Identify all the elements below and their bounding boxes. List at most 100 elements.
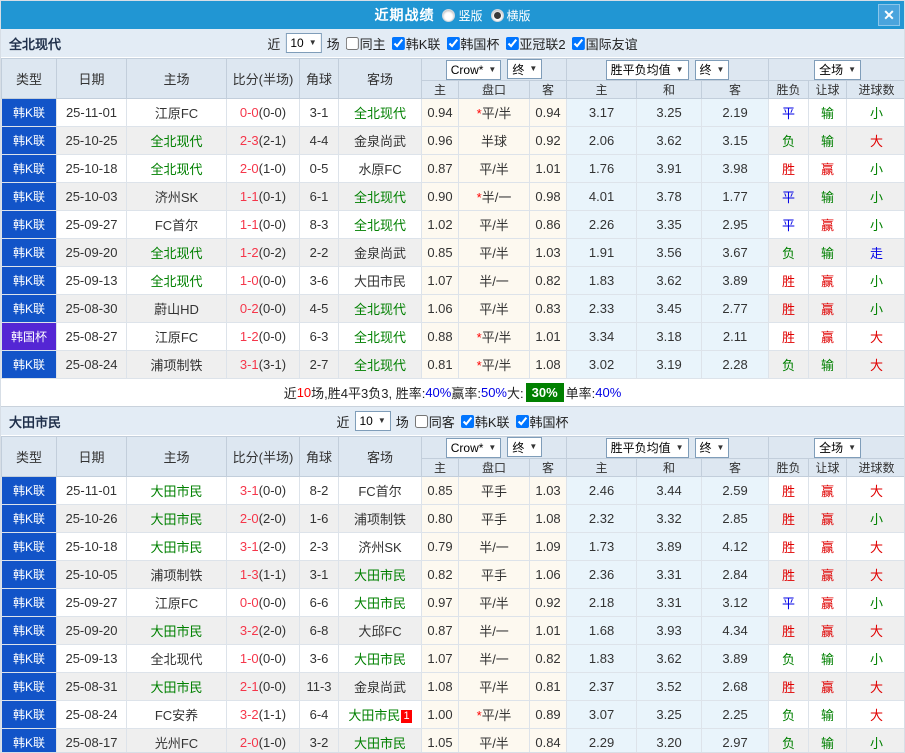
goals-cell: 大 xyxy=(846,672,904,701)
halftime-score: (0-0) xyxy=(258,679,287,694)
handicap-cell: 平/半 xyxy=(458,238,530,267)
star-marker: * xyxy=(476,330,482,345)
close-button[interactable]: ✕ xyxy=(878,4,900,26)
sub-col-header: 让球 xyxy=(808,80,848,99)
table-row: 韩K联 25-10-18 全北现代 2-0(1-0) 0-5 水原FC 0.87 平/半 1.0… xyxy=(1,154,904,183)
scope-select[interactable]: 全场 ▼ xyxy=(814,437,862,458)
odds-away: 0.92 xyxy=(528,126,568,155)
match-type-badge: 韩K联 xyxy=(1,294,57,323)
result-cell: 平 xyxy=(768,182,810,211)
league-checkbox[interactable] xyxy=(571,36,585,50)
avg-draw: 3.31 xyxy=(636,560,703,589)
handicap-cell: 平/半 xyxy=(458,210,530,239)
sub-col-header: 客 xyxy=(701,458,770,477)
away-team: 大邱FC xyxy=(338,616,422,645)
team-name: 大田市民 xyxy=(9,414,62,430)
layout-radio-vertical[interactable]: 竖版 xyxy=(442,7,483,24)
avg-home: 2.29 xyxy=(566,728,638,752)
summary-segment: 10 xyxy=(296,385,312,400)
date-cell: 25-09-27 xyxy=(56,210,127,239)
home-team: 光州FC xyxy=(126,728,227,752)
bookmaker-select[interactable]: Crow* ▼ xyxy=(445,437,502,458)
handicap-result-cell: 赢 xyxy=(808,672,848,701)
handicap-cell: 半/一 xyxy=(458,616,530,645)
stage-select[interactable]: 终 ▼ xyxy=(507,59,543,80)
match-type-badge: 韩K联 xyxy=(1,588,57,617)
home-team: FC安养 xyxy=(126,700,227,729)
same-side-checkbox[interactable] xyxy=(414,414,428,428)
avg-type-select[interactable]: 胜平负均值 ▼ xyxy=(605,437,689,458)
bookmaker-select[interactable]: Crow* ▼ xyxy=(445,59,502,80)
odds-away: 0.92 xyxy=(528,588,568,617)
table-row: 韩K联 25-11-01 江原FC 0-0(0-0) 3-1 全北现代 0.94 *平/半 0.… xyxy=(1,98,904,127)
league-checkbox[interactable] xyxy=(460,414,474,428)
avg-home: 1.83 xyxy=(566,644,638,673)
avg-type-select[interactable]: 胜平负均值 ▼ xyxy=(605,59,689,80)
league-checkbox[interactable] xyxy=(391,36,405,50)
goals-cell: 小 xyxy=(846,98,904,127)
stage-select[interactable]: 终 ▼ xyxy=(694,59,730,80)
stage-select[interactable]: 终 ▼ xyxy=(507,437,543,458)
matches-count-select[interactable]: 10 ▼ xyxy=(285,33,322,53)
halftime-score: (0-0) xyxy=(258,273,287,288)
date-cell: 25-08-27 xyxy=(56,322,127,351)
away-team: 全北现代 xyxy=(338,294,422,323)
same-side-checkbox[interactable] xyxy=(345,36,359,50)
sub-col-header: 主 xyxy=(566,80,638,99)
home-team: 浦项制铁 xyxy=(126,560,227,589)
avg-draw: 3.52 xyxy=(636,672,703,701)
away-team: 全北现代 xyxy=(338,322,422,351)
scope-select[interactable]: 全场 ▼ xyxy=(814,59,862,80)
chevron-down-icon: ▼ xyxy=(308,38,317,47)
stage-select[interactable]: 终 ▼ xyxy=(694,437,730,458)
home-team: 全北现代 xyxy=(126,266,227,295)
score-cell: 2-0(2-0) xyxy=(226,504,300,533)
fulltime-score: 2-3 xyxy=(239,133,259,148)
avg-home: 4.01 xyxy=(566,182,638,211)
avg-away: 3.15 xyxy=(701,126,770,155)
chevron-down-icon: ▼ xyxy=(675,64,684,74)
away-team: 水原FC xyxy=(338,154,422,183)
layout-radio-horizontal[interactable]: 横版 xyxy=(490,7,531,24)
away-team: 济州SK xyxy=(338,532,422,561)
avg-away: 2.68 xyxy=(701,672,770,701)
league-checkbox[interactable] xyxy=(505,36,519,50)
odds-away: 0.81 xyxy=(528,672,568,701)
avg-away: 3.89 xyxy=(701,644,770,673)
avg-away: 1.77 xyxy=(701,182,770,211)
result-cell: 负 xyxy=(768,126,810,155)
avg-home: 1.76 xyxy=(566,154,638,183)
chevron-down-icon: ▼ xyxy=(675,442,684,452)
match-type-badge: 韩K联 xyxy=(1,476,57,505)
handicap-cell: *平/半 xyxy=(458,700,530,729)
avg-away: 2.95 xyxy=(701,210,770,239)
avg-draw: 3.89 xyxy=(636,532,703,561)
avg-draw: 3.20 xyxy=(636,728,703,752)
table-row: 韩K联 25-10-18 大田市民 3-1(2-0) 2-3 济州SK 0.79 半/一 1.0… xyxy=(1,532,904,561)
table-row: 韩K联 25-08-24 浦项制铁 3-1(3-1) 2-7 全北现代 0.81 *平/半 1.… xyxy=(1,350,904,379)
league-checkbox[interactable] xyxy=(446,36,460,50)
table-row: 韩K联 25-08-17 光州FC 2-0(1-0) 3-2 大田市民 1.05 平/半 0.8… xyxy=(1,728,904,752)
goals-cell: 大 xyxy=(846,560,904,589)
match-type-badge: 韩K联 xyxy=(1,700,57,729)
corners-cell: 3-1 xyxy=(299,98,339,127)
date-cell: 25-08-31 xyxy=(56,672,127,701)
fulltime-score: 3-2 xyxy=(239,623,259,638)
odds-away: 0.86 xyxy=(528,210,568,239)
halftime-score: (0-0) xyxy=(258,329,287,344)
odds-home: 1.08 xyxy=(421,672,459,701)
away-team: 大田市民 xyxy=(338,266,422,295)
home-team: 济州SK xyxy=(126,182,227,211)
odds-away: 1.08 xyxy=(528,350,568,379)
date-cell: 25-10-25 xyxy=(56,126,127,155)
date-cell: 25-09-20 xyxy=(56,238,127,267)
corners-cell: 6-1 xyxy=(299,182,339,211)
score-cell: 3-1(3-1) xyxy=(226,350,300,379)
matches-count-select[interactable]: 10 ▼ xyxy=(354,411,391,431)
handicap-result-cell: 赢 xyxy=(808,616,848,645)
avg-draw: 3.31 xyxy=(636,588,703,617)
avg-away: 2.85 xyxy=(701,504,770,533)
avg-away: 2.11 xyxy=(701,322,770,351)
goals-cell: 大 xyxy=(846,616,904,645)
league-checkbox[interactable] xyxy=(515,414,529,428)
